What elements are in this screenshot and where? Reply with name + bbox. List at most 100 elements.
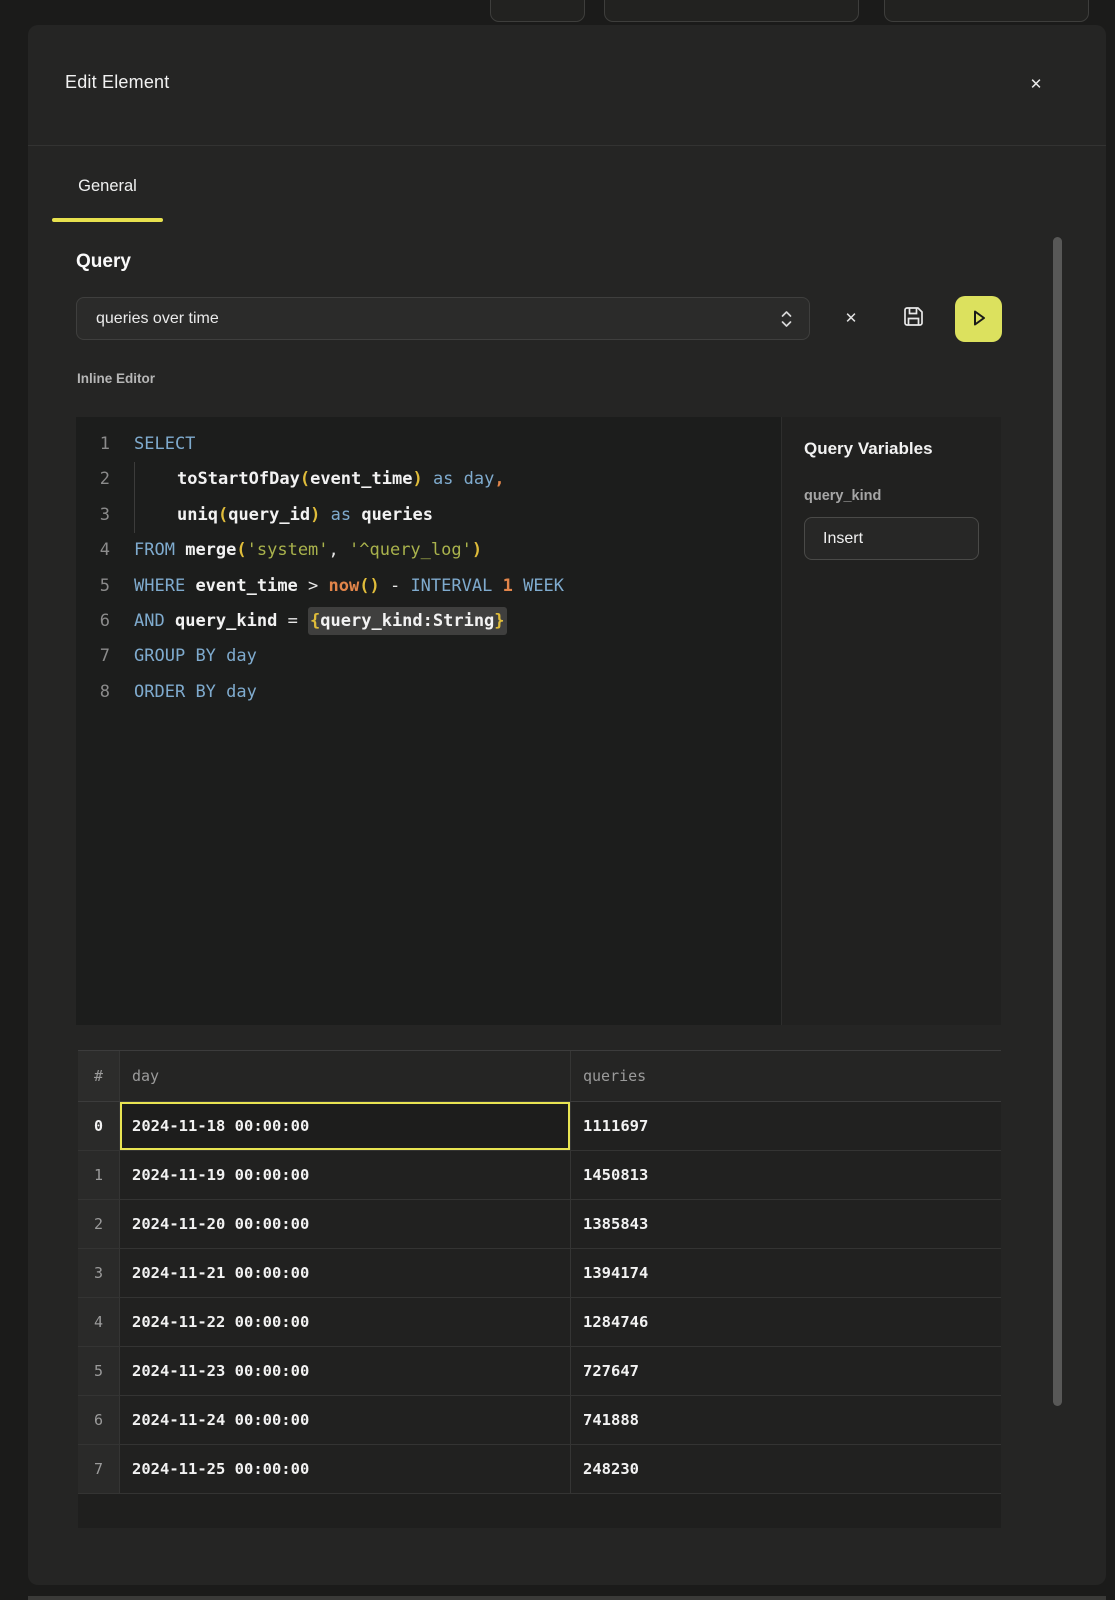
code-token: ) <box>412 469 422 489</box>
table-row[interactable]: 62024-11-24 00:00:00741888 <box>78 1396 1001 1445</box>
code-token: SELECT <box>134 434 195 454</box>
code-text: uniq(query_id) as queries <box>110 498 433 533</box>
code-line: 8ORDER BY day <box>76 675 781 710</box>
code-token: query_kind <box>175 611 277 631</box>
code-token: , <box>494 469 504 489</box>
table-row[interactable]: 02024-11-18 00:00:001111697 <box>78 1102 1001 1151</box>
code-text: AND query_kind = {query_kind:String} <box>110 604 507 639</box>
queries-cell[interactable]: 1450813 <box>571 1151 1001 1199</box>
code-line: 4FROM merge('system', '^query_log') <box>76 533 781 568</box>
variable-name-label: query_kind <box>804 488 1001 504</box>
day-cell[interactable]: 2024-11-20 00:00:00 <box>120 1200 571 1248</box>
code-token <box>320 505 330 525</box>
day-cell[interactable]: 2024-11-22 00:00:00 <box>120 1298 571 1346</box>
code-token: INTERVAL <box>410 576 492 596</box>
queries-cell[interactable]: 1284746 <box>571 1298 1001 1346</box>
code-token: ( <box>236 540 246 560</box>
day-cell[interactable]: 2024-11-25 00:00:00 <box>120 1445 571 1493</box>
code-token: day <box>464 469 495 489</box>
code-token: ) <box>310 505 320 525</box>
code-token: WHERE <box>134 576 185 596</box>
code-editor[interactable]: 1 SELECT 2 toStartOfDay(event_time) as day… <box>76 417 781 1025</box>
code-token <box>216 682 226 702</box>
code-token: } <box>494 611 504 631</box>
day-cell[interactable]: 2024-11-19 00:00:00 <box>120 1151 571 1199</box>
code-token: ( <box>218 505 228 525</box>
code-token: merge <box>185 540 236 560</box>
code-token: uniq <box>177 505 218 525</box>
day-cell[interactable]: 2024-11-18 00:00:00 <box>120 1102 571 1150</box>
line-number: 6 <box>76 604 110 639</box>
code-text: FROM merge('system', '^query_log') <box>110 533 482 568</box>
day-cell[interactable]: 2024-11-23 00:00:00 <box>120 1347 571 1395</box>
close-button[interactable]: ✕ <box>1021 69 1051 99</box>
day-cell[interactable]: 2024-11-21 00:00:00 <box>120 1249 571 1297</box>
results-table: # day queries 02024-11-18 00:00:00111169… <box>78 1050 1001 1528</box>
code-line: 5WHERE event_time > now() - INTERVAL 1 W… <box>76 569 781 604</box>
code-token <box>492 576 502 596</box>
background-element <box>604 0 859 22</box>
row-index-cell: 6 <box>78 1396 120 1444</box>
code-token <box>216 646 226 666</box>
save-icon <box>902 305 925 331</box>
background-element <box>28 1596 1106 1600</box>
clear-query-button[interactable]: ✕ <box>831 298 871 338</box>
query-variables-title: Query Variables <box>804 439 1001 459</box>
code-text: toStartOfDay(event_time) as day, <box>110 462 505 497</box>
run-query-button[interactable] <box>955 296 1002 342</box>
queries-cell[interactable]: 1111697 <box>571 1102 1001 1150</box>
code-token: > <box>298 576 329 596</box>
table-row[interactable]: 42024-11-22 00:00:001284746 <box>78 1298 1001 1347</box>
queries-cell[interactable]: 741888 <box>571 1396 1001 1444</box>
table-row[interactable]: 32024-11-21 00:00:001394174 <box>78 1249 1001 1298</box>
query-variable-chip: {query_kind:String} <box>308 607 507 635</box>
insert-variable-button[interactable]: Insert <box>804 517 979 560</box>
line-number: 8 <box>76 675 110 710</box>
code-line: 1 SELECT <box>76 427 781 462</box>
queries-cell[interactable]: 727647 <box>571 1347 1001 1395</box>
code-token <box>453 469 463 489</box>
row-index-cell: 3 <box>78 1249 120 1297</box>
line-number: 2 <box>76 462 110 497</box>
code-text: WHERE event_time > now() - INTERVAL 1 WE… <box>110 569 564 604</box>
table-footer <box>78 1494 1001 1528</box>
table-row[interactable]: 52024-11-23 00:00:00727647 <box>78 1347 1001 1396</box>
queries-cell[interactable]: 1394174 <box>571 1249 1001 1297</box>
code-token: day <box>226 646 257 666</box>
table-header-row: # day queries <box>78 1050 1001 1102</box>
query-select[interactable]: queries over time <box>76 297 810 340</box>
tab-general[interactable]: General <box>52 177 163 196</box>
column-header-queries: queries <box>571 1051 1001 1101</box>
code-token <box>134 462 177 497</box>
code-token: day <box>226 682 257 702</box>
column-header-day: day <box>120 1051 571 1101</box>
row-index-cell: 1 <box>78 1151 120 1199</box>
code-text: ORDER BY day <box>110 675 257 710</box>
code-token: event_time <box>310 469 412 489</box>
code-token: now <box>329 576 360 596</box>
table-row[interactable]: 72024-11-25 00:00:00248230 <box>78 1445 1001 1494</box>
header-divider <box>28 145 1106 146</box>
inline-editor: 1 SELECT 2 toStartOfDay(event_time) as day… <box>76 417 1001 1025</box>
code-token <box>423 469 433 489</box>
code-token: event_time <box>195 576 297 596</box>
table-row[interactable]: 22024-11-20 00:00:001385843 <box>78 1200 1001 1249</box>
code-token: ( <box>300 469 310 489</box>
code-line: 6AND query_kind = {query_kind:String} <box>76 604 781 639</box>
clear-icon: ✕ <box>845 309 858 327</box>
queries-cell[interactable]: 248230 <box>571 1445 1001 1493</box>
save-query-button[interactable] <box>893 298 933 338</box>
code-line: 7GROUP BY day <box>76 639 781 674</box>
code-token: query_kind:String <box>320 611 494 631</box>
day-cell[interactable]: 2024-11-24 00:00:00 <box>120 1396 571 1444</box>
table-row[interactable]: 12024-11-19 00:00:001450813 <box>78 1151 1001 1200</box>
code-token <box>134 498 177 533</box>
queries-cell[interactable]: 1385843 <box>571 1200 1001 1248</box>
close-icon: ✕ <box>1030 75 1043 93</box>
line-number: 4 <box>76 533 110 568</box>
line-number: 1 <box>76 427 110 462</box>
modal-scrollbar[interactable] <box>1053 237 1062 1406</box>
code-line: 2 toStartOfDay(event_time) as day, <box>76 462 781 497</box>
code-text: GROUP BY day <box>110 639 257 674</box>
line-number: 7 <box>76 639 110 674</box>
